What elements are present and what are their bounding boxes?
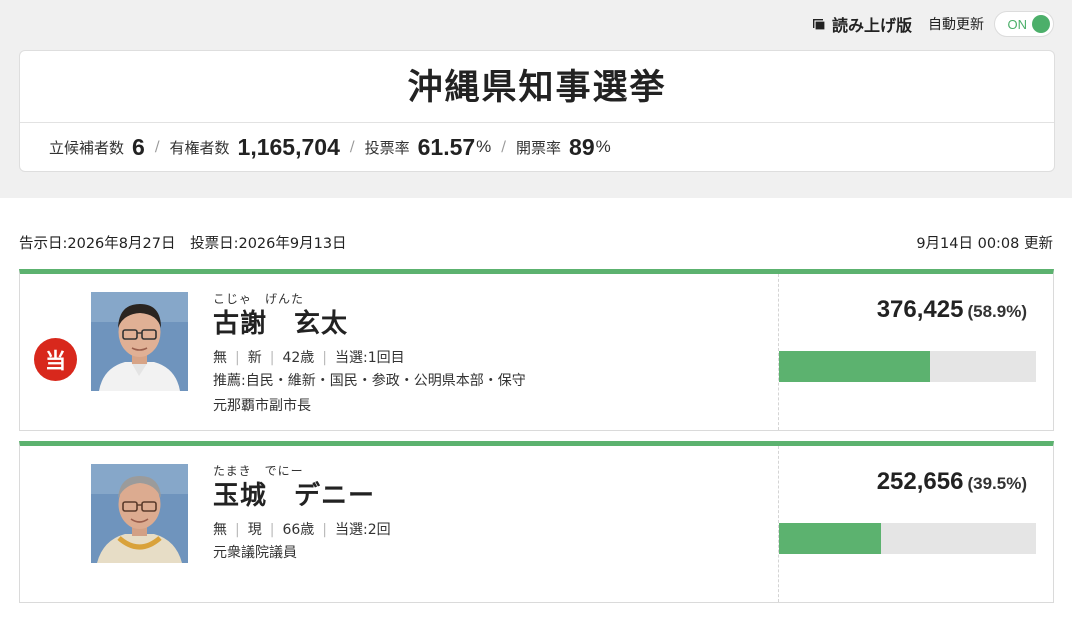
candidate-meta: 無 | 現 | 66歳 | 当選:2回: [213, 519, 773, 541]
candidates-count-label: 立候補者数: [49, 138, 125, 157]
candidate-row: たまき でにー 玉城 デニー 無 | 現 | 66歳 | 当選:2回 元衆議院議員 252,…: [19, 441, 1054, 603]
toolbar: 読み上げ版 自動更新 ON: [812, 11, 1054, 37]
candidate-name-kana: たまき でにー: [213, 464, 304, 478]
candidate-party: 無: [213, 350, 227, 366]
read-aloud-link[interactable]: 読み上げ版: [812, 12, 912, 36]
vote-result: 252,656 (39.5%): [778, 446, 1054, 602]
candidate-party: 無: [213, 522, 227, 538]
candidate-info: こじゃ げんた 古謝 玄太 無 | 新 | 42歳 | 当選:1回目 推薦:自民・維新・国民…: [213, 290, 773, 419]
last-updated: 9月14日 00:08 更新: [916, 236, 1053, 252]
vote-share-bar: [779, 351, 1036, 382]
vote-percent: (39.5%): [967, 474, 1027, 493]
candidate-career: 元衆議院議員: [213, 545, 297, 561]
candidate-name: 古謝 玄太: [213, 309, 349, 339]
page-title: 沖縄県知事選挙: [20, 51, 1054, 123]
vote-count: 252,656: [876, 468, 964, 495]
vote-share-fill: [779, 351, 931, 382]
stat-separator: /: [501, 139, 507, 155]
vote-share-bar: [779, 523, 1036, 554]
read-aloud-label: 読み上げ版: [831, 16, 912, 35]
vote-result: 376,425 (58.9%): [778, 274, 1054, 430]
candidate-age: 66歳: [282, 522, 315, 538]
vote-count-line: 252,656 (39.5%): [877, 468, 1027, 496]
candidate-row: 当 こじゃ げんた 古謝 玄太 無 | 新 | 42歳 | 当選:1回目 推薦:自民・維新・…: [19, 269, 1054, 431]
candidate-status: 現: [247, 522, 262, 538]
vote-date: 投票日:2026年9月13日: [190, 236, 347, 252]
auto-update-label: 自動更新: [928, 17, 984, 33]
candidate-name: 玉城 デニー: [213, 481, 376, 511]
toggle-knob: [1032, 15, 1050, 33]
turnout-unit: %: [476, 137, 492, 156]
turnout-label: 投票率: [364, 138, 410, 157]
candidate-career: 元那覇市副市長: [213, 398, 311, 414]
candidate-info: たまき でにー 玉城 デニー 無 | 現 | 66歳 | 当選:2回 元衆議院議員: [213, 462, 773, 566]
counted-value: 89: [569, 133, 595, 160]
vote-count-line: 376,425 (58.9%): [877, 296, 1027, 324]
vote-percent: (58.9%): [967, 302, 1027, 321]
counted-unit: %: [595, 137, 611, 156]
voters-label: 有権者数: [169, 138, 230, 157]
auto-update-toggle[interactable]: ON: [994, 11, 1054, 37]
meta-separator: |: [269, 350, 275, 366]
candidate-photo: [91, 292, 188, 391]
candidate-elected-count: 当選:2回: [334, 522, 391, 538]
stat-separator: /: [154, 139, 160, 155]
meta-separator: |: [322, 350, 327, 366]
candidate-meta: 無 | 新 | 42歳 | 当選:1回目: [213, 347, 773, 369]
counted-label: 開票率: [516, 138, 562, 157]
meta-separator: |: [322, 522, 327, 538]
vote-share-fill: [779, 523, 881, 554]
stat-separator: /: [349, 139, 355, 155]
candidate-age: 42歳: [282, 350, 315, 366]
candidate-endorsement: 推薦:自民・維新・国民・参政・公明県本部・保守: [213, 373, 526, 389]
candidate-name-kana: こじゃ げんた: [213, 292, 305, 306]
meta-separator: |: [269, 522, 275, 538]
election-summary-card: 沖縄県知事選挙 立候補者数 6 / 有権者数 1,165,704 / 投票率 6…: [19, 50, 1055, 172]
meta-separator: |: [235, 350, 240, 366]
toggle-state-label: ON: [1007, 16, 1028, 32]
election-stats: 立候補者数 6 / 有権者数 1,165,704 / 投票率 61.57% / …: [20, 123, 1054, 171]
candidate-elected-count: 当選:1回目: [334, 350, 405, 366]
candidate-status: 新: [247, 350, 262, 366]
vote-count: 376,425: [876, 296, 964, 323]
elected-badge: 当: [34, 338, 77, 381]
header-area: 読み上げ版 自動更新 ON 沖縄県知事選挙 立候補者数 6 / 有権者数 1,1…: [0, 0, 1072, 198]
voters-value: 1,165,704: [237, 133, 340, 160]
candidates-count-value: 6: [132, 133, 145, 160]
document-icon: [812, 18, 825, 30]
meta-separator: |: [235, 522, 240, 538]
turnout-value: 61.57: [417, 133, 476, 160]
election-dates: 告示日:2026年8月27日 投票日:2026年9月13日: [19, 232, 347, 253]
candidate-photo: [91, 464, 188, 563]
announce-date: 告示日:2026年8月27日: [19, 236, 176, 252]
